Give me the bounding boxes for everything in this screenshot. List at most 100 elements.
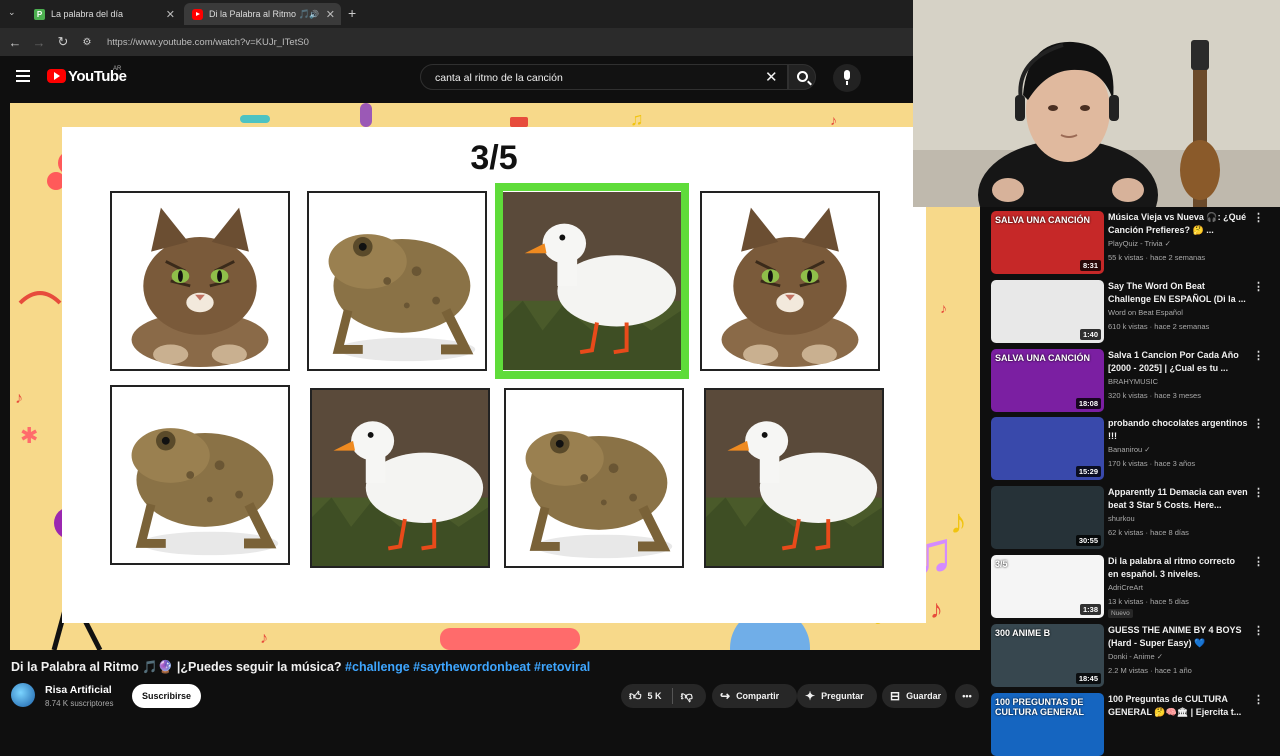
menu-icon[interactable] [16,70,30,82]
video-thumbnail[interactable]: SALVA UNA CANCIÓN 8:31 [991,211,1104,274]
clear-search-icon[interactable]: ✕ [765,68,778,86]
svg-text:♪: ♪ [940,300,947,316]
recommended-video[interactable]: SALVA UNA CANCIÓN 8:31 Música Vieja vs Nue… [991,209,1276,274]
tab-favicon-icon: P [34,8,45,20]
search-button[interactable] [788,64,816,90]
video-duration: 15:29 [1075,466,1101,477]
url-field[interactable]: https://www.youtube.com/watch?v=KUJr_ITe… [107,37,309,48]
forward-icon[interactable]: → [27,35,51,50]
svg-text:♪: ♪ [260,630,268,647]
more-vertical-icon[interactable]: ⋮ [1253,555,1264,568]
more-vertical-icon[interactable]: ⋮ [1253,486,1264,499]
search-input[interactable]: canta al ritmo de la canción ✕ [420,64,788,90]
recommended-video-title[interactable]: Di la palabra al ritmo correcto en españ… [1108,555,1248,580]
recommended-video[interactable]: SALVA UNA CANCIÓN 18:08 Salva 1 Cancion Po… [991,347,1276,412]
webcam-person-image [913,0,1280,207]
recommended-channel[interactable]: shurkou [1108,514,1135,523]
duck-image [503,192,681,370]
voice-search-button[interactable] [833,64,861,92]
like-icon[interactable]: 👍︎ [629,689,642,704]
recommended-channel[interactable]: BRAHYMUSIC [1108,377,1158,386]
recommended-channel[interactable]: PlayQuiz - Trivia ✓ [1108,239,1171,248]
recommended-video-title[interactable]: Say The Word On Beat Challenge EN ESPAÑO… [1108,280,1248,305]
toad-image [309,193,485,369]
recommended-channel[interactable]: Word on Beat Español [1108,308,1183,317]
recommended-video-meta: 55 k vistas · hace 2 semanas [1108,253,1206,262]
browser-tab-bar: ⌄ P La palabra del día ✕ Di la Palabra a… [0,0,913,28]
level-counter: 3/5 [470,139,518,177]
recommended-video-title[interactable]: probando chocolates argentinos !!! [1108,417,1248,442]
close-tab-icon[interactable]: ✕ [326,8,335,21]
more-actions-button[interactable]: ••• [955,684,979,708]
channel-avatar[interactable] [11,683,35,707]
like-count[interactable]: 5 K [648,691,662,701]
duck-image [706,390,882,566]
video-thumbnail[interactable]: 300 ANIME B 18:45 [991,624,1104,687]
recommended-channel[interactable]: Donki - Anime ✓ [1108,652,1163,661]
like-dislike-group: 👍︎ 5 K 👎︎ [621,684,706,708]
recommended-video-meta: 320 k vistas · hace 3 meses [1108,391,1201,400]
tab-palabra-del-dia[interactable]: P La palabra del día ✕ [26,3,181,25]
more-vertical-icon[interactable]: ⋮ [1253,280,1264,293]
svg-text:♪: ♪ [930,594,943,624]
save-button[interactable]: ⊟ Guardar [882,684,947,708]
game-card-duck [704,388,884,568]
channel-name[interactable]: Risa Artificial [45,684,112,696]
tab-list-icon[interactable]: ⌄ [8,7,16,18]
video-hashtags[interactable]: #challenge #saythewordonbeat #retoviral [345,660,590,674]
recommended-video[interactable]: 100 PREGUNTAS DE CULTURA GENERAL 100 Preg… [991,691,1276,756]
game-card-duck [495,183,689,379]
recommended-channel[interactable]: Bananirou ✓ [1108,445,1151,454]
recommended-video-title[interactable]: Salva 1 Cancion Por Cada Año [2000 - 202… [1108,349,1248,374]
video-title-text: Di la Palabra al Ritmo 🎵🔮 |¿Puedes segui… [11,660,342,674]
video-thumbnail[interactable]: 3/5 1:38 [991,555,1104,618]
recommended-channel[interactable]: AdriCreArt [1108,583,1143,592]
audio-playing-icon[interactable]: 🔊 [309,10,319,19]
bookmark-icon: ⊟ [890,689,901,703]
tab-label: Di la Palabra al Ritmo 🎵 [209,8,310,19]
region-code: AR [113,66,122,72]
tab-youtube-video[interactable]: Di la Palabra al Ritmo 🎵 🔊 ✕ [184,3,341,25]
more-vertical-icon[interactable]: ⋮ [1253,417,1264,430]
video-thumbnail[interactable]: 100 PREGUNTAS DE CULTURA GENERAL [991,693,1104,756]
more-vertical-icon[interactable]: ⋮ [1253,349,1264,362]
recommended-video[interactable]: 1:40 Say The Word On Beat Challenge EN ES… [991,278,1276,343]
video-player[interactable]: ♫ ♪ ♦ ♫ ♪ ♫ ♪ ♫ ♪ ♫ ♪ ♪ ♪ ✱ 3/5 [10,103,980,650]
back-icon[interactable]: ← [3,35,27,50]
duck-image [312,390,488,566]
game-card-toad [110,385,290,565]
toad-image [112,387,288,563]
video-duration: 18:45 [1075,673,1101,684]
ask-label: Preguntar [821,691,864,701]
youtube-logo-icon[interactable] [47,69,66,83]
recommended-video-title[interactable]: Apparently 11 Demacia can even beat 3 St… [1108,486,1248,511]
share-button[interactable]: ↪ Compartir [712,684,797,708]
recommended-video-title[interactable]: GUESS THE ANIME BY 4 BOYS (Hard - Super … [1108,624,1248,649]
recommended-video-meta: 610 k vistas · hace 2 semanas [1108,322,1210,331]
reload-icon[interactable]: ↻ [51,34,75,50]
close-tab-icon[interactable]: ✕ [166,8,175,21]
more-vertical-icon[interactable]: ⋮ [1253,624,1264,637]
recommended-video-title[interactable]: 100 Preguntas de CULTURA GENERAL 🤔🧠🏛 | E… [1108,693,1248,718]
more-vertical-icon[interactable]: ⋮ [1253,211,1264,224]
subscribe-button[interactable]: Suscribirse [132,684,201,708]
recommended-video-meta: 2.2 M vistas · hace 1 año [1108,666,1192,675]
recommended-video[interactable]: 15:29 probando chocolates argentinos !!! B… [991,415,1276,480]
svg-text:♪: ♪ [950,503,967,541]
site-info-icon[interactable]: ⚙ [75,37,99,48]
video-thumbnail[interactable]: 1:40 [991,280,1104,343]
video-thumbnail[interactable]: 15:29 [991,417,1104,480]
recommended-video-title[interactable]: Música Vieja vs Nueva 🎧: ¿Qué Canción Pr… [1108,211,1248,236]
sparkle-icon: ✦ [805,689,816,703]
recommended-video[interactable]: 30:55 Apparently 11 Demacia can even beat… [991,484,1276,549]
video-thumbnail[interactable]: 30:55 [991,486,1104,549]
search-query[interactable]: canta al ritmo de la canción [435,72,563,84]
new-tab-icon[interactable]: + [348,5,356,21]
ask-button[interactable]: ✦ Preguntar [797,684,877,708]
video-thumbnail[interactable]: SALVA UNA CANCIÓN 18:08 [991,349,1104,412]
more-vertical-icon[interactable]: ⋮ [1253,693,1264,706]
dislike-icon[interactable]: 👎︎ [681,689,693,704]
recommended-video[interactable]: 3/5 1:38 Di la palabra al ritmo correcto e… [991,553,1276,618]
svg-text:♫: ♫ [630,109,644,129]
recommended-video[interactable]: 300 ANIME B 18:45 GUESS THE ANIME BY 4 BOY… [991,622,1276,687]
